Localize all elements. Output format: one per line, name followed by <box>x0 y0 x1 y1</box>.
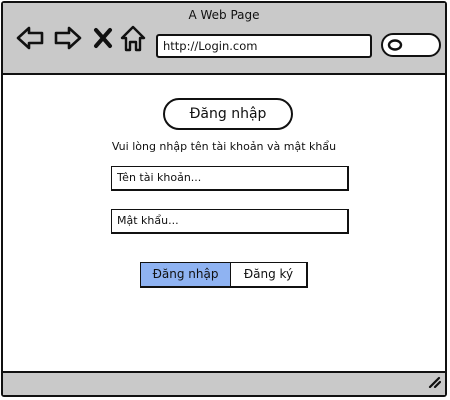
close-x-icon[interactable] <box>93 27 113 49</box>
password-input[interactable] <box>111 209 349 234</box>
search-icon <box>387 39 403 51</box>
auth-button-group: Đăng nhập Đăng ký <box>140 262 308 288</box>
browser-toolbar: A Web Page <box>3 3 445 75</box>
home-icon[interactable] <box>120 25 146 52</box>
login-button[interactable]: Đăng nhập <box>141 263 231 286</box>
login-instruction: Vui lòng nhập tên tài khoản và mật khẩu <box>111 140 337 153</box>
window-title: A Web Page <box>188 8 260 22</box>
register-button[interactable]: Đăng ký <box>231 263 306 286</box>
url-input[interactable] <box>156 34 372 58</box>
username-input[interactable] <box>111 166 349 191</box>
browser-window: A Web Page Đăng nhập <box>1 1 447 397</box>
resize-grip-icon[interactable] <box>427 373 442 392</box>
login-title: Đăng nhập <box>163 98 293 130</box>
forward-arrow-icon[interactable] <box>53 25 83 51</box>
status-bar <box>3 371 445 395</box>
back-arrow-icon[interactable] <box>15 25 45 51</box>
search-box[interactable] <box>381 33 441 57</box>
